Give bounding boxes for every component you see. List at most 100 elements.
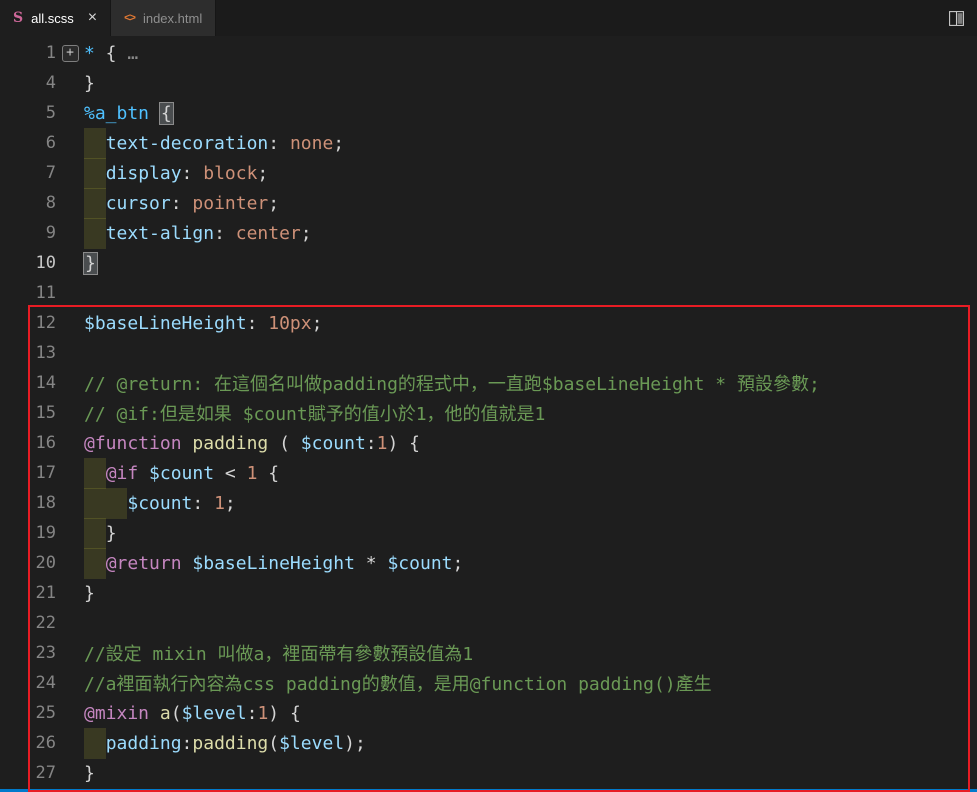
line-number: 22 — [35, 613, 56, 633]
token-var: $count — [300, 432, 366, 454]
token-punct — [149, 703, 160, 724]
code-line-20[interactable]: 20 @return $baseLineHeight * $count; — [0, 547, 977, 579]
code-line-7[interactable]: 7 display: block; — [0, 157, 977, 189]
code-text: //設定 mixin 叫做a，裡面帶有參數預設值為1 — [84, 640, 473, 666]
token-comment: //設定 mixin 叫做a，裡面帶有參數預設值為1 — [84, 644, 474, 665]
code-line-1[interactable]: 1 + * { … — [0, 38, 977, 68]
code-text: display: block; — [84, 157, 269, 189]
line-number: 7 — [45, 163, 56, 183]
tab-bar-tabs: Sall.scss × <> index.html — [0, 0, 217, 36]
tab-label: all.scss — [31, 10, 74, 26]
token-prop: text-align — [105, 222, 215, 244]
token-val: pointer — [192, 192, 269, 214]
token-punct: : — [181, 732, 193, 754]
token-punct: { — [257, 462, 280, 484]
line-number: 11 — [35, 283, 56, 303]
code-line-14[interactable]: 14 // @return: 在這個名叫做padding的程式中，一直跑$base… — [0, 368, 977, 398]
token-num: 10px — [268, 312, 312, 334]
line-number: 23 — [35, 643, 56, 663]
code-editor: 1 + * { … 4} 5 %a_btn {6 text-decoration: non… — [0, 36, 977, 788]
code-line-12[interactable]: 12 $baseLineHeight: 10px; — [0, 308, 977, 338]
token-ind — [84, 457, 106, 489]
code-line-23[interactable]: 23 //設定 mixin 叫做a，裡面帶有參數預設值為1 — [0, 638, 977, 668]
token-comment: //a裡面執行內容為css padding的數值，是用@function pad… — [84, 674, 712, 695]
vscode-window: Sall.scss × <> index.html 1 + * { … 4} 5 %a_btn … — [0, 0, 977, 792]
token-num: 1 — [376, 432, 388, 454]
code-line-18[interactable]: 18 $count: 1; — [0, 487, 977, 519]
token-ind — [84, 487, 128, 519]
token-num: 1 — [214, 492, 225, 514]
code-line-27[interactable]: 27} — [0, 758, 977, 788]
code-line-6[interactable]: 6 text-decoration: none; — [0, 127, 977, 159]
line-number: 1 — [45, 43, 56, 63]
split-editor-icon[interactable] — [948, 10, 965, 27]
token-punct: * — [354, 552, 388, 574]
code-text: @mixin a($level:1) { — [84, 703, 301, 724]
token-punct: ); — [344, 732, 366, 754]
code-text: } — [84, 73, 95, 94]
editor-actions — [936, 0, 977, 36]
code-line-17[interactable]: 17 @if $count < 1 { — [0, 457, 977, 489]
code-line-10[interactable]: 10} — [0, 248, 977, 278]
code-line-5[interactable]: 5 %a_btn { — [0, 98, 977, 128]
token-punct: : — [181, 162, 204, 184]
token-num: 1 — [246, 462, 258, 484]
token-ind — [84, 517, 106, 549]
line-number: 13 — [35, 343, 56, 363]
token-fn: padding — [192, 732, 269, 754]
code-line-26[interactable]: 26 padding:padding($level); — [0, 727, 977, 759]
token-prop: text-decoration — [105, 132, 269, 154]
token-var: $count — [149, 462, 215, 484]
token-fn: a — [159, 702, 171, 724]
code-line-13[interactable]: 13 — [0, 338, 977, 368]
scss-file-icon: S — [13, 10, 24, 26]
html-file-icon: <> — [124, 11, 136, 24]
code-line-19[interactable]: 19 } — [0, 517, 977, 549]
line-number: 18 — [35, 493, 56, 513]
token-punct: : — [365, 432, 377, 454]
gutter-fold-column: + — [56, 44, 84, 62]
fold-expand-icon[interactable]: + — [61, 44, 79, 62]
token-fn: padding — [192, 432, 269, 454]
token-ind — [84, 547, 106, 579]
code-text: %a_btn { — [84, 101, 174, 125]
editor-lines: 1 + * { … 4} 5 %a_btn {6 text-decoration: non… — [0, 38, 977, 788]
token-comment: // @return: 在這個名叫做padding的程式中，一直跑$baseLi… — [84, 374, 820, 395]
token-kw: @function — [84, 432, 182, 454]
code-text: } — [84, 583, 95, 604]
token-ind — [84, 127, 106, 159]
token-punct: ; — [257, 162, 269, 184]
line-number: 10 — [35, 253, 56, 273]
close-tab-icon[interactable]: × — [88, 10, 97, 26]
line-number: 6 — [45, 133, 56, 153]
token-punct: } — [84, 762, 95, 784]
tab-bar: Sall.scss × <> index.html — [0, 0, 977, 36]
code-text: @if $count < 1 { — [84, 457, 280, 489]
line-number: 25 — [35, 703, 56, 723]
code-line-11[interactable]: 11 — [0, 278, 977, 308]
token-punct: } — [84, 72, 95, 94]
code-text: } — [83, 251, 98, 275]
code-line-25[interactable]: 25 @mixin a($level:1) { — [0, 698, 977, 728]
code-line-21[interactable]: 21} — [0, 578, 977, 608]
line-number: 20 — [35, 553, 56, 573]
token-punct — [138, 463, 149, 484]
tab-label: index.html — [142, 10, 203, 26]
token-comment: // @if:但是如果 $count賦予的值小於1，他的值就是1 — [84, 404, 546, 425]
code-line-4[interactable]: 4} — [0, 68, 977, 98]
code-line-8[interactable]: 8 cursor: pointer; — [0, 187, 977, 219]
code-text: } — [84, 517, 117, 549]
code-line-16[interactable]: 16 @function padding ( $count:1) { — [0, 428, 977, 458]
code-text: // @return: 在這個名叫做padding的程式中，一直跑$baseLi… — [84, 370, 820, 396]
token-kw: @return — [105, 552, 182, 574]
code-line-24[interactable]: 24 //a裡面執行內容為css padding的數值，是用@function p… — [0, 668, 977, 698]
code-line-15[interactable]: 15 // @if:但是如果 $count賦予的值小於1，他的值就是1 — [0, 398, 977, 428]
code-line-22[interactable]: 22 — [0, 608, 977, 638]
tab-all.scss[interactable]: Sall.scss × — [0, 0, 112, 36]
code-text: @return $baseLineHeight * $count; — [84, 547, 463, 579]
tab-index.html[interactable]: <> index.html — [111, 0, 217, 36]
token-punct: ; — [224, 492, 236, 514]
token-val: center — [235, 222, 301, 244]
code-line-9[interactable]: 9 text-align: center; — [0, 217, 977, 249]
token-fold: … — [116, 42, 139, 64]
